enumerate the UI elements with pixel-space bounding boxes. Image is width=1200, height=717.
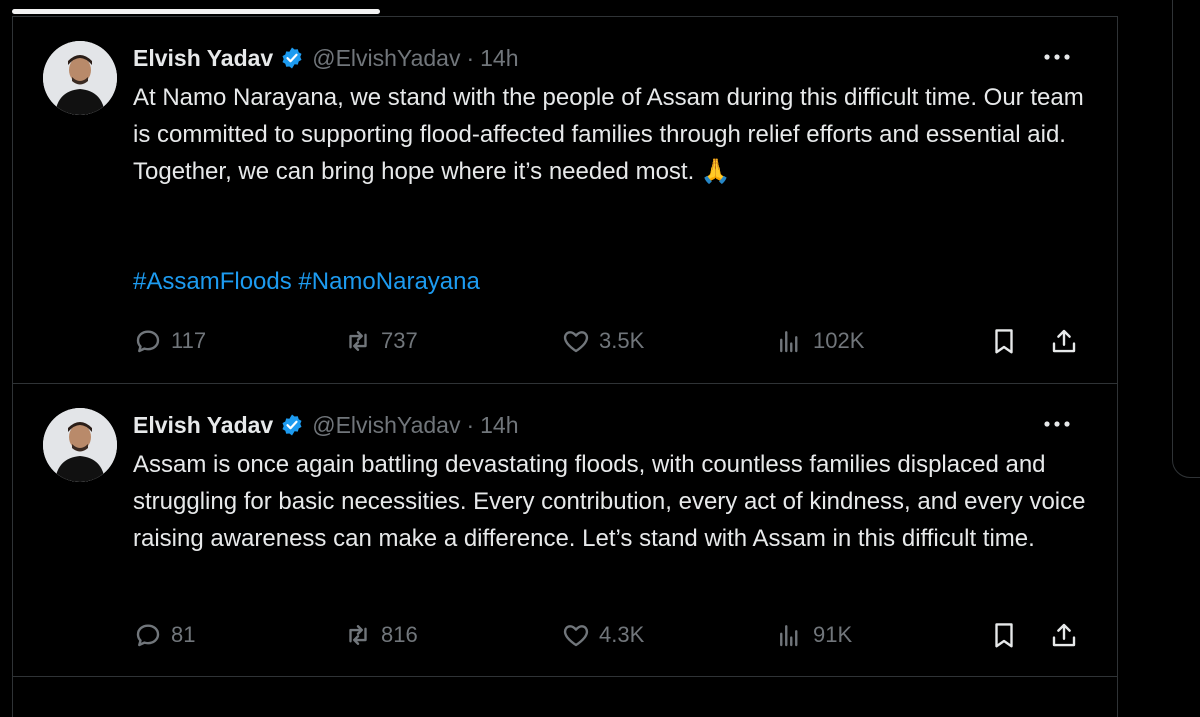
bookmark-icon xyxy=(995,623,1013,648)
like-button[interactable]: 4.3K xyxy=(561,617,644,653)
timestamp[interactable]: 14h xyxy=(480,45,518,72)
views-count: 102K xyxy=(813,328,865,353)
bookmark-button[interactable] xyxy=(989,323,1019,359)
repost-button[interactable]: 816 xyxy=(343,617,418,653)
like-button[interactable]: 3.5K xyxy=(561,323,644,359)
tweet-text: Assam is once again battling devastating… xyxy=(133,451,1086,552)
views-button[interactable]: 102K xyxy=(775,323,864,359)
timestamp[interactable]: 14h xyxy=(480,412,518,439)
active-tab-indicator xyxy=(12,9,380,14)
hashtags: #AssamFloods #NamoNarayana xyxy=(133,263,480,300)
share-icon xyxy=(1052,329,1076,353)
author-handle[interactable]: @ElvishYadav xyxy=(312,45,460,72)
reply-icon xyxy=(136,330,160,353)
views-icon xyxy=(780,331,798,353)
author-handle[interactable]: @ElvishYadav xyxy=(312,412,460,439)
repost-count: 737 xyxy=(381,328,418,353)
reply-icon xyxy=(136,624,160,647)
repost-icon xyxy=(349,625,367,645)
reply-count: 81 xyxy=(171,622,196,647)
verified-badge-icon xyxy=(280,413,304,437)
more-options-icon[interactable] xyxy=(1041,47,1073,67)
views-count: 91K xyxy=(813,622,853,647)
like-count: 4.3K xyxy=(599,622,645,647)
tweet-header: Elvish Yadav @ElvishYadav · 14h xyxy=(133,43,519,73)
separator-dot: · xyxy=(466,411,475,438)
views-icon xyxy=(780,625,798,647)
bookmark-icon xyxy=(995,329,1013,354)
repost-count: 816 xyxy=(381,622,418,647)
like-count: 3.5K xyxy=(599,328,645,353)
tweet[interactable]: Elvish Yadav @ElvishYadav · 14h At Namo … xyxy=(13,17,1117,384)
reply-button[interactable]: 117 xyxy=(133,323,206,359)
right-sidebar-panel xyxy=(1172,0,1200,478)
share-button[interactable] xyxy=(1049,323,1079,359)
timeline-feed: Elvish Yadav @ElvishYadav · 14h At Namo … xyxy=(12,16,1118,717)
avatar[interactable] xyxy=(43,41,117,115)
hashtag-link[interactable]: #AssamFloods xyxy=(133,268,292,295)
share-icon xyxy=(1052,623,1076,647)
tweet-actions: 117 737 3.5K 102K xyxy=(133,323,1117,359)
tweet-text: At Namo Narayana, we stand with the peop… xyxy=(133,84,1084,185)
share-button[interactable] xyxy=(1049,617,1079,653)
reply-count: 117 xyxy=(171,328,207,353)
author-name[interactable]: Elvish Yadav xyxy=(133,45,273,72)
tweet-header: Elvish Yadav @ElvishYadav · 14h xyxy=(133,410,519,440)
more-options-icon[interactable] xyxy=(1041,414,1073,434)
like-icon xyxy=(563,331,589,353)
views-button[interactable]: 91K xyxy=(775,617,852,653)
separator-dot: · xyxy=(466,44,475,71)
hashtag-link[interactable]: #NamoNarayana xyxy=(298,268,479,295)
avatar[interactable] xyxy=(43,408,117,482)
repost-icon xyxy=(349,331,367,351)
reply-button[interactable]: 81 xyxy=(133,617,195,653)
tweet-actions: 81 816 4.3K 91K xyxy=(133,617,1117,653)
like-icon xyxy=(563,625,589,647)
verified-badge-icon xyxy=(280,46,304,70)
repost-button[interactable]: 737 xyxy=(343,323,418,359)
author-name[interactable]: Elvish Yadav xyxy=(133,412,273,439)
bookmark-button[interactable] xyxy=(989,617,1019,653)
